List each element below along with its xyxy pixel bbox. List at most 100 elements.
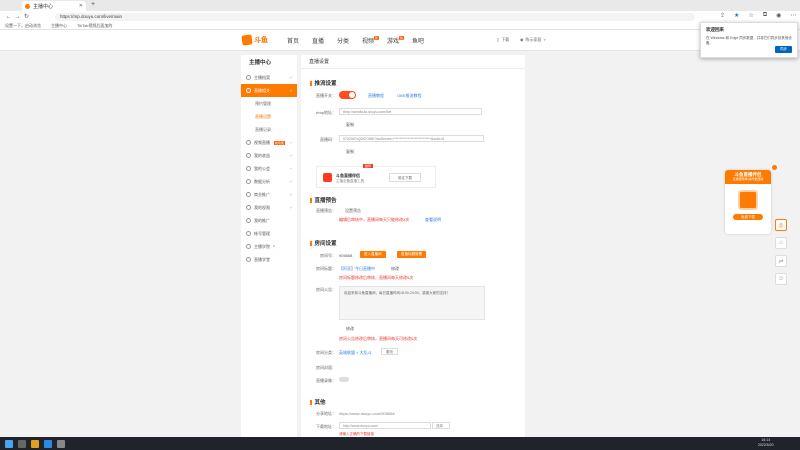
edit-name-button[interactable]: 修改 — [391, 266, 399, 272]
label-code: 直播码： — [320, 137, 336, 142]
notice-textarea[interactable]: 欢迎来到斗鱼直播间，每日直播时间18:00-24:00，感谢大家的支持！ — [339, 286, 485, 320]
new-tab-button[interactable]: + — [91, 1, 95, 8]
nav-home[interactable]: 首页 — [287, 36, 299, 45]
obs-tutorial-link[interactable]: OBS推流教程 — [397, 93, 421, 99]
download-select[interactable]: 选择 — [432, 422, 450, 429]
start-icon[interactable] — [5, 439, 13, 448]
stream-code-field[interactable]: 9702467rQDfZOWK?wsSecret=***************… — [339, 135, 484, 142]
bookmark-item[interactable]: 主播中心 — [51, 23, 67, 29]
more-menu-icon[interactable]: ⋯ — [790, 12, 796, 19]
bookmark-item[interactable]: TikTok视频后面加的 — [77, 23, 112, 29]
nav-fishbar[interactable]: 鱼吧 — [412, 36, 424, 45]
sidebar-item-label: 数据分析 — [254, 179, 270, 184]
preview-setting-button[interactable]: 设置预告 — [345, 208, 361, 214]
recommend-badge: 推荐 — [363, 164, 374, 168]
download-url-input[interactable]: http://www.douyu.com/ — [339, 422, 431, 429]
nav-video-label: 视频 — [362, 39, 375, 45]
profile-icon[interactable]: ◉ — [776, 12, 781, 19]
sidebar-sub-live-settings[interactable]: 直播设置 — [241, 110, 297, 123]
sidebar-item-account[interactable]: 帐号管理 — [241, 227, 297, 240]
live-switch-toggle[interactable] — [339, 91, 356, 99]
favorites-icon[interactable]: ☆ — [748, 12, 753, 19]
live-tool-icon[interactable]: ◎ — [775, 219, 787, 231]
explorer-icon[interactable] — [31, 439, 39, 448]
label-download: 下载地址： — [316, 424, 336, 429]
sidebar-item-business[interactable]: 商业推广 ˅ — [241, 188, 297, 201]
search-icon[interactable] — [18, 439, 26, 448]
sidebar-sub-reservation[interactable]: 预约管理 — [241, 97, 297, 110]
feedback-icon[interactable]: ☺ — [775, 273, 787, 285]
nav-live[interactable]: 直播 — [312, 36, 324, 45]
title-manage-button[interactable]: 直播标题管理 — [397, 251, 426, 258]
share-icon[interactable]: ⇪ — [720, 12, 725, 19]
label-category: 房间分类： — [316, 350, 336, 355]
user-menu[interactable]: ◉ 陈示家庭 ˅ — [520, 37, 546, 43]
site-logo[interactable]: 斗鱼 — [241, 34, 272, 46]
sidebar-item-label: 视频直播 — [254, 140, 270, 145]
edit-notice-button[interactable]: 修改 — [346, 326, 354, 332]
helper-download-button[interactable]: 前往下载 — [389, 173, 421, 182]
home-icon[interactable]: ⌂ — [775, 237, 787, 249]
sidebar-item-analytics[interactable]: 数据分析 ˅ — [241, 175, 297, 188]
chevron-down-icon: ˅ — [289, 192, 292, 197]
copy-rtmp-button[interactable]: 复制 — [346, 122, 354, 128]
nav-game[interactable]: 游戏热 — [387, 36, 405, 45]
section-other: 其他 — [310, 398, 326, 406]
browser-tab[interactable]: 主播中心 ✕ — [22, 1, 86, 11]
nav-badge: 新 — [374, 36, 380, 40]
school-icon — [246, 257, 251, 262]
sidebar-item-live[interactable]: 直播相关 ˄ — [241, 84, 297, 97]
favorite-star-icon[interactable]: ★ — [734, 12, 739, 19]
promo-header: 斗鱼直播伴侣 直播更简单 操作更便捷 — [725, 170, 771, 184]
section-preview: 直播预告 — [310, 196, 337, 204]
download-link[interactable]: ▯ 下载 — [497, 37, 509, 43]
breadcrumb: 直播设置 — [301, 55, 525, 69]
main-panel: 直播设置 推流设置 直播开关： 直播教程 OBS推流教程 rtmp地址： rtm… — [301, 55, 525, 440]
change-category-button[interactable]: 更改 — [381, 348, 398, 355]
label-share: 分享地址： — [316, 411, 336, 416]
business-icon — [246, 192, 251, 197]
copy-code-button[interactable]: 复制 — [346, 149, 354, 155]
tab-close-icon[interactable]: ✕ — [79, 3, 83, 9]
sync-button[interactable]: 同步 — [775, 46, 792, 53]
share-url: https://www.douyu.com/905668 — [339, 411, 395, 416]
sidebar-item-promotion[interactable]: 我的推广 — [241, 214, 297, 227]
sidebar-item-income[interactable]: 我的收益 ˅ — [241, 149, 297, 162]
preview-help-link[interactable]: 查看说明 — [425, 217, 441, 223]
nav-badge: 热 — [399, 36, 405, 40]
sidebar-item-profile[interactable]: 主播档案 ˅ — [241, 71, 297, 84]
sidebar-item-school[interactable]: 直播学堂 — [241, 253, 297, 266]
sidebar-item-academy[interactable]: 主播学院 ● — [241, 240, 297, 253]
tutorial-link[interactable]: 直播教程 — [368, 93, 384, 99]
notice-warning: 房间公告修改后审核，直播间每天可修改5次 — [339, 336, 418, 341]
nav-category[interactable]: 分类 — [337, 36, 349, 45]
taskbar — [0, 437, 800, 450]
academy-icon — [246, 244, 251, 249]
helper-promo-card[interactable]: 斗鱼直播伴侣 直播更简单 操作更便捷 免费下载 — [725, 170, 771, 234]
tab-bar — [0, 0, 800, 11]
chevron-down-icon: ˅ — [543, 37, 546, 42]
label-room-id: 房间号： — [320, 253, 336, 258]
share-icon[interactable]: ⇌ — [775, 255, 787, 267]
collections-icon[interactable]: ⧉ — [763, 12, 767, 19]
sidebar-sub-live-records[interactable]: 直播记录 — [241, 123, 297, 136]
bookmark-item[interactable]: 设置一下，启动浏览 — [5, 23, 41, 29]
nav-game-label: 游戏 — [387, 39, 400, 45]
app-icon[interactable] — [57, 439, 65, 448]
nav-video[interactable]: 视频新 — [362, 36, 380, 45]
forward-icon[interactable]: → — [13, 12, 22, 21]
sidebar-item-permissions[interactable]: 我的权限 ˅ — [241, 201, 297, 214]
edge-icon[interactable] — [44, 439, 52, 448]
promo-download-button[interactable]: 免费下载 — [733, 214, 763, 220]
sidebar-item-guild[interactable]: 我的公会 ˅ — [241, 162, 297, 175]
bookmarks-bar: 设置一下，启动浏览 主播中心 TikTok视频后面加的 — [0, 22, 800, 30]
sidebar-item-video-live[interactable]: 视频直播 新功能 ˅ — [241, 136, 297, 149]
close-promo-icon[interactable] — [772, 165, 777, 170]
record-toggle[interactable] — [339, 377, 349, 382]
enter-room-button[interactable]: 进入直播间 — [360, 251, 386, 258]
back-icon[interactable]: ← — [4, 12, 13, 21]
promotion-icon — [246, 218, 251, 223]
url-input[interactable]: https://mp.douyu.com/live/main — [55, 13, 695, 21]
refresh-icon[interactable]: ↻ — [22, 12, 31, 21]
rtmp-field[interactable]: rtmp://sendtc3a.douyu.com/live — [339, 108, 482, 115]
